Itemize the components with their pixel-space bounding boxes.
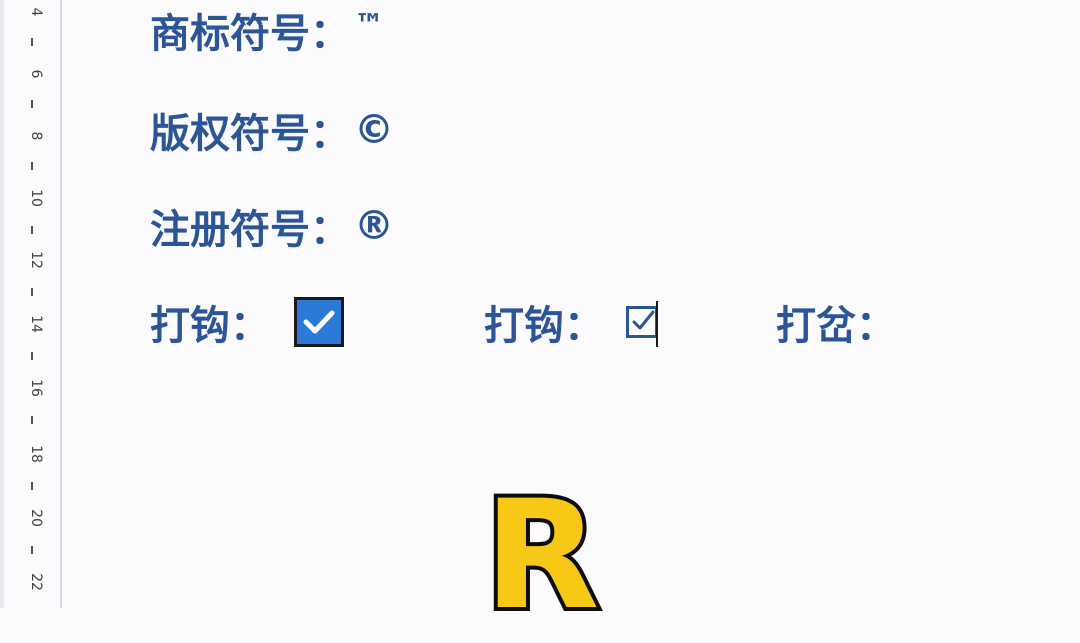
copyright-line[interactable]: 版权符号： ©	[150, 100, 394, 160]
ruler-tick	[31, 546, 33, 554]
check-item-filled[interactable]: 打钩：	[150, 292, 344, 352]
ruler-tick	[31, 162, 33, 170]
check-icon[interactable]	[294, 297, 344, 347]
ruler-tick	[31, 416, 33, 424]
vertical-ruler[interactable]: 4 6 8 10 12 14 16 18 20 22	[0, 0, 56, 608]
overlay-letter: R	[480, 469, 604, 643]
ruler-tick	[31, 100, 33, 108]
ruler-tick	[31, 352, 33, 360]
trademark-line[interactable]: 商标符号： ™	[150, 0, 384, 60]
check-label: 打钩：	[484, 303, 604, 349]
check-item-outline[interactable]: 打钩：	[484, 292, 658, 352]
check-mark	[632, 310, 655, 330]
cross-item[interactable]: 打岔：	[776, 292, 896, 352]
ruler-tick	[31, 288, 33, 296]
ruler-label: 20	[28, 509, 44, 527]
check-mark	[303, 310, 335, 334]
trademark-label: 商标符号：	[150, 11, 350, 57]
ruler-label: 14	[28, 315, 44, 333]
text-cursor	[656, 301, 658, 347]
trademark-symbol: ™	[354, 8, 384, 43]
page-edge	[60, 0, 62, 608]
ruler-edge	[0, 0, 4, 608]
ruler-label: 22	[28, 573, 44, 591]
cross-label: 打岔：	[776, 303, 896, 349]
registered-line[interactable]: 注册符号： ®	[150, 196, 394, 256]
check-label: 打钩：	[150, 303, 270, 349]
copyright-label: 版权符号：	[150, 111, 350, 157]
registered-symbol: ®	[354, 203, 394, 249]
ballot-box-check-icon[interactable]	[626, 301, 658, 347]
ruler-label: 6	[28, 69, 44, 79]
ruler-label: 18	[28, 445, 44, 463]
copyright-symbol: ©	[354, 107, 394, 153]
ruler-label: 16	[28, 379, 44, 397]
ruler-strip: 4 6 8 10 12 14 16 18 20 22	[20, 0, 46, 608]
ruler-tick	[31, 226, 33, 234]
ruler-tick	[31, 482, 33, 490]
ruler-label: 12	[28, 251, 44, 269]
ruler-label: 8	[28, 131, 44, 141]
registered-label: 注册符号：	[150, 207, 350, 253]
ruler-label: 10	[28, 189, 44, 207]
ruler-tick	[31, 38, 33, 46]
ruler-label: 4	[28, 7, 44, 17]
